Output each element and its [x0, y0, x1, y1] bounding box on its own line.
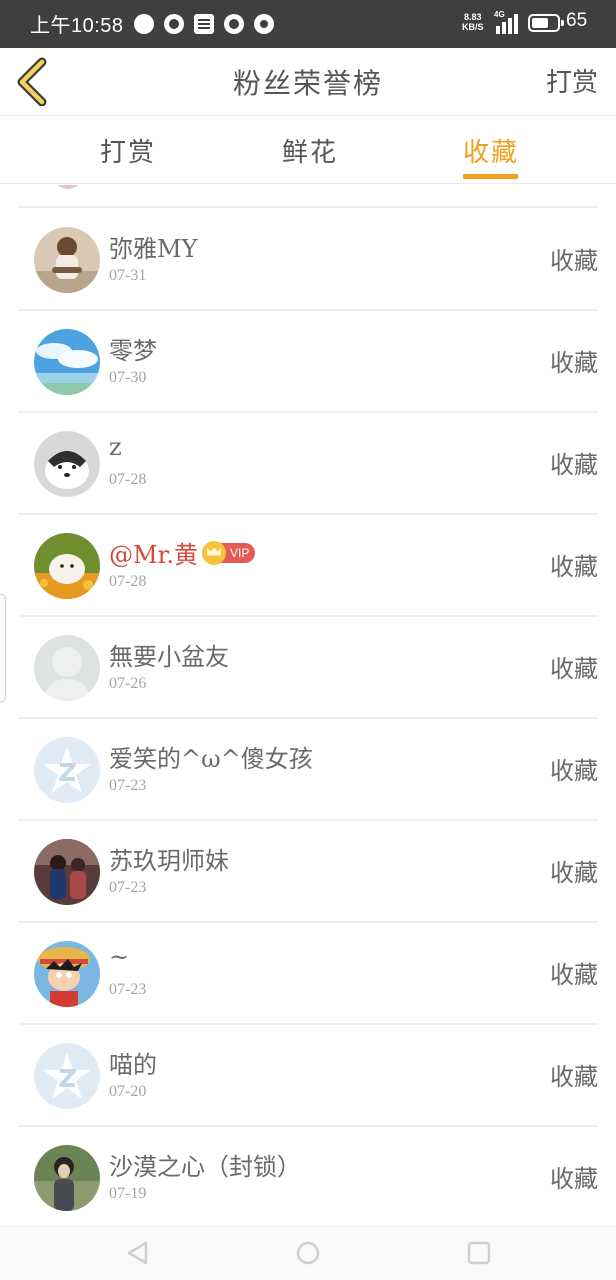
- tab-favorites[interactable]: 收藏: [463, 132, 519, 169]
- user-name: ~: [109, 943, 130, 971]
- favorite-label: 收藏: [550, 1063, 598, 1091]
- net-speed: 8.83 KB/S: [462, 12, 484, 32]
- list-item[interactable]: @Mr.黄 VIP 07-28 收藏: [18, 515, 598, 617]
- avatar[interactable]: [34, 227, 100, 293]
- date: 07-28: [109, 573, 147, 590]
- battery-icon: [528, 14, 564, 32]
- favorite-label: 收藏: [550, 553, 598, 581]
- status-time: 上午10:58: [30, 15, 124, 37]
- system-nav-bar: [0, 1226, 616, 1280]
- tab-reward[interactable]: 打赏: [100, 132, 156, 169]
- date: 07-28: [109, 471, 147, 488]
- avatar-image: [34, 533, 100, 599]
- favorite-label: 收藏: [550, 961, 598, 989]
- list-item[interactable]: 零梦 07-30 收藏: [18, 311, 598, 413]
- net-speed-value: 8.83: [463, 12, 482, 22]
- message-icon: [134, 14, 154, 34]
- battery-fill: [532, 18, 548, 28]
- signal-bar: [508, 18, 512, 34]
- qzone-star-icon: [34, 737, 100, 803]
- signal-bar: [514, 14, 518, 34]
- user-name: 喵的: [109, 1051, 157, 1079]
- list-item-partial: [18, 185, 598, 208]
- user-name: 無要小盆友: [109, 643, 229, 671]
- net-speed-unit: KB/S: [462, 22, 484, 32]
- avatar[interactable]: [34, 1145, 100, 1211]
- battery-tip: [561, 20, 564, 26]
- favorite-label: 收藏: [550, 859, 598, 887]
- avatar[interactable]: [34, 329, 100, 395]
- nav-recents-icon[interactable]: [465, 1239, 493, 1267]
- signal-bar: [502, 22, 506, 34]
- user-name: 零梦: [109, 337, 157, 365]
- avatar-image: [34, 227, 100, 293]
- date: 07-19: [109, 1185, 147, 1202]
- user-name: @Mr.黄 VIP: [109, 535, 256, 570]
- avatar[interactable]: [34, 839, 100, 905]
- avatar: [50, 185, 86, 189]
- date: 07-23: [109, 981, 147, 998]
- user-name: 爱笑的^ω^傻女孩: [109, 745, 313, 773]
- avatar-image: [34, 1145, 100, 1211]
- date: 07-23: [109, 879, 147, 896]
- date: 07-30: [109, 369, 147, 386]
- avatar-image: [34, 941, 100, 1007]
- list-item[interactable]: 弥雅MY 07-31 收藏: [18, 209, 598, 311]
- user-name: 苏玖玥师妹: [109, 847, 229, 875]
- list-item[interactable]: ~ 07-23 收藏: [18, 923, 598, 1025]
- list-item[interactable]: 爱笑的^ω^傻女孩 07-23 收藏: [18, 719, 598, 821]
- favorite-label: 收藏: [550, 349, 598, 377]
- favorite-label: 收藏: [550, 247, 598, 275]
- favorite-label: 收藏: [550, 757, 598, 785]
- app2-icon: [254, 14, 274, 34]
- list-item[interactable]: 沙漠之心（封锁） 07-19 收藏: [18, 1127, 598, 1225]
- qzone-star-icon: [34, 1043, 100, 1109]
- list-item[interactable]: z 07-28 收藏: [18, 413, 598, 515]
- avatar-image: [34, 329, 100, 395]
- avatar[interactable]: [34, 431, 100, 497]
- tab-active-indicator: [463, 174, 518, 179]
- nav-back-icon[interactable]: [124, 1239, 152, 1267]
- user-name: 弥雅MY: [109, 235, 198, 263]
- date: 07-23: [109, 777, 147, 794]
- favorite-label: 收藏: [550, 655, 598, 683]
- list-item[interactable]: 苏玖玥师妹 07-23 收藏: [18, 821, 598, 923]
- user-name: z: [109, 433, 122, 461]
- header: 粉丝荣誉榜 打赏: [0, 48, 616, 116]
- tab-bar: 打赏 鲜花 收藏: [0, 116, 616, 184]
- status-bar: 上午10:58 8.83 KB/S 4G 65: [0, 0, 616, 48]
- date: 07-26: [109, 675, 147, 692]
- default-avatar-icon: [34, 635, 100, 701]
- side-drawer-handle[interactable]: [0, 594, 6, 702]
- favorite-label: 收藏: [550, 1165, 598, 1193]
- app-icon: [224, 14, 244, 34]
- avatar[interactable]: [34, 941, 100, 1007]
- user-name: 沙漠之心（封锁）: [109, 1153, 301, 1181]
- favorite-label: 收藏: [550, 451, 598, 479]
- fan-list: 弥雅MY 07-31 收藏 零梦 07-30 收藏 z 07-28 收藏 @Mr…: [0, 185, 616, 1225]
- avatar[interactable]: [34, 737, 100, 803]
- avatar[interactable]: [34, 1043, 100, 1109]
- reward-button[interactable]: 打赏: [546, 62, 598, 99]
- avatar[interactable]: [34, 533, 100, 599]
- user-name-text: @Mr.黄: [109, 541, 199, 569]
- page-title: 粉丝荣誉榜: [232, 67, 383, 100]
- list-item[interactable]: 無要小盆友 07-26 收藏: [18, 617, 598, 719]
- list-item[interactable]: 喵的 07-20 收藏: [18, 1025, 598, 1127]
- network-type: 4G: [494, 10, 505, 19]
- signal-icon: 4G: [494, 10, 520, 38]
- notification-icons: [134, 11, 274, 37]
- avatar-image: [34, 839, 100, 905]
- battery-level: 65: [566, 10, 588, 31]
- avatar[interactable]: [34, 635, 100, 701]
- date: 07-31: [109, 267, 147, 284]
- signal-bar: [496, 26, 500, 34]
- crown-icon: [202, 540, 227, 565]
- nav-home-icon[interactable]: [294, 1239, 322, 1267]
- notes-icon: [194, 14, 214, 34]
- date: 07-20: [109, 1083, 147, 1100]
- wechat-icon: [164, 14, 184, 34]
- tab-flowers[interactable]: 鲜花: [282, 132, 338, 169]
- avatar-image: [34, 431, 100, 497]
